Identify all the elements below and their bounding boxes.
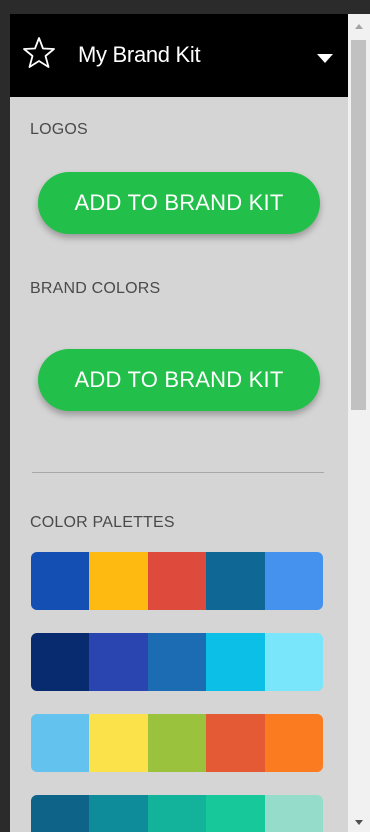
brand-kit-title: My Brand Kit — [78, 42, 201, 67]
color-palette-2[interactable] — [31, 633, 323, 691]
palette-swatch — [147, 795, 207, 832]
color-palette-1[interactable] — [31, 552, 323, 610]
section-divider — [32, 472, 324, 473]
brand-kit-panel: My Brand Kit LOGOS ADD TO BRAND KIT BRAN… — [10, 14, 348, 832]
palette-swatch — [31, 633, 90, 691]
palette-swatch — [206, 714, 265, 772]
palette-swatch — [89, 552, 148, 610]
scroll-down-arrow-icon[interactable] — [355, 820, 363, 825]
palette-swatch — [264, 795, 323, 832]
scrollbar-thumb[interactable] — [351, 40, 366, 410]
color-palettes-section-label: COLOR PALETTES — [30, 514, 175, 531]
logos-section-label: LOGOS — [30, 121, 88, 138]
palette-swatch — [147, 633, 207, 691]
palette-swatch — [206, 552, 265, 610]
palette-swatch — [89, 714, 148, 772]
add-logo-to-brand-kit-button[interactable]: ADD TO BRAND KIT — [38, 172, 320, 234]
brand-kit-header[interactable]: My Brand Kit — [10, 14, 348, 97]
star-icon — [22, 36, 56, 70]
palette-swatch — [264, 633, 323, 691]
chevron-down-icon[interactable] — [317, 54, 333, 63]
add-color-to-brand-kit-button[interactable]: ADD TO BRAND KIT — [38, 349, 320, 411]
palette-swatch — [206, 633, 265, 691]
palette-swatch — [89, 633, 148, 691]
palette-swatch — [31, 552, 90, 610]
palette-swatch — [89, 795, 148, 832]
window-top-strip — [0, 0, 370, 14]
palette-swatch — [31, 795, 90, 832]
color-palette-4[interactable] — [31, 795, 323, 832]
palette-swatch — [264, 552, 323, 610]
color-palette-3[interactable] — [31, 714, 323, 772]
scroll-up-arrow-icon[interactable] — [355, 24, 363, 29]
app-frame: My Brand Kit LOGOS ADD TO BRAND KIT BRAN… — [0, 0, 370, 832]
palette-swatch — [31, 714, 90, 772]
palette-swatch — [147, 714, 207, 772]
palette-swatch — [264, 714, 323, 772]
palette-swatch — [147, 552, 207, 610]
brand-colors-section-label: BRAND COLORS — [30, 280, 161, 297]
scrollbar[interactable] — [348, 14, 370, 832]
palette-swatch — [206, 795, 265, 832]
